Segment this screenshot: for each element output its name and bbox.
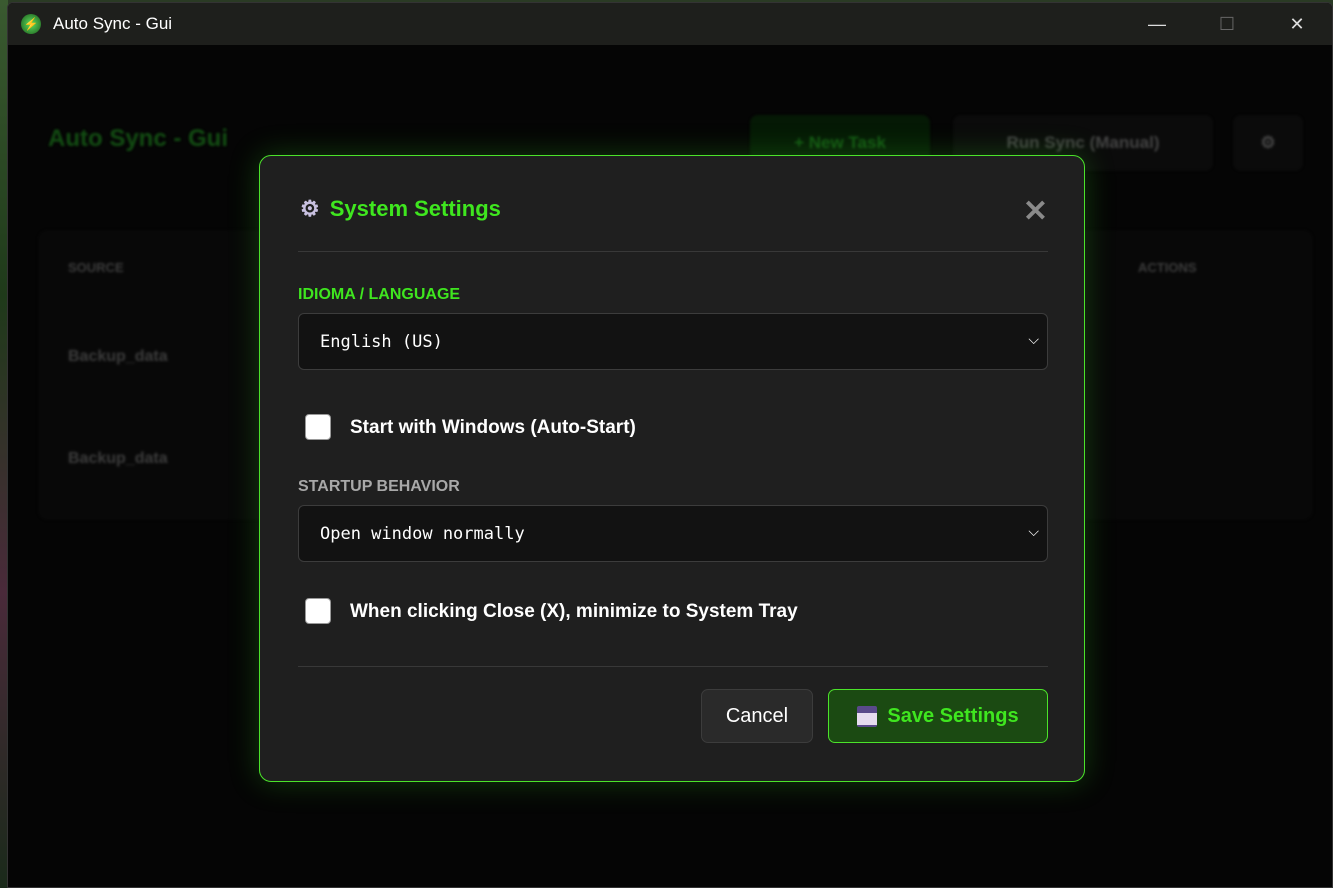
cancel-label: Cancel xyxy=(725,704,789,727)
divider xyxy=(298,666,1048,667)
auto-start-checkbox[interactable] xyxy=(305,414,331,440)
startup-behavior-label: STARTUP BEHAVIOR xyxy=(298,478,460,495)
minimize-to-tray-checkbox[interactable] xyxy=(305,598,331,624)
title-bar: ⚡ Auto Sync - Gui — ☐ ✕ xyxy=(8,3,1332,45)
chevron-down-icon: ⌵ xyxy=(1028,332,1039,348)
maximize-button[interactable]: ☐ xyxy=(1192,3,1262,45)
save-settings-button[interactable]: Save Settings xyxy=(828,689,1048,743)
header-actions: ACTIONS xyxy=(1138,260,1197,275)
settings-button: ⚙ xyxy=(1233,115,1303,171)
minimize-to-tray-label[interactable]: When clicking Close (X), minimize to Sys… xyxy=(350,601,798,623)
window-close-button[interactable]: ✕ xyxy=(1262,3,1332,45)
divider xyxy=(298,251,1048,252)
gear-icon: ⚙ xyxy=(300,196,320,221)
dialog-header: ⚙ System Settings xyxy=(300,196,501,222)
startup-behavior-select[interactable]: Open window normally ⌵ xyxy=(298,505,1048,562)
cancel-button[interactable]: Cancel xyxy=(701,689,813,743)
minimize-button[interactable]: — xyxy=(1122,3,1192,45)
save-label: Save Settings xyxy=(887,704,1019,727)
startup-behavior-value: Open window normally xyxy=(320,523,525,544)
row-name: Backup_data xyxy=(68,348,168,365)
app-heading: Auto Sync - Gui xyxy=(48,125,228,152)
row-name: Backup_data xyxy=(68,450,168,467)
language-value: English (US) xyxy=(320,331,443,352)
auto-start-label[interactable]: Start with Windows (Auto-Start) xyxy=(350,417,636,439)
window-title: Auto Sync - Gui xyxy=(53,14,173,33)
dialog-title: System Settings xyxy=(329,196,501,221)
app-icon: ⚡ xyxy=(21,14,41,34)
close-icon[interactable]: ✕ xyxy=(1023,194,1048,229)
floppy-disk-icon xyxy=(857,705,878,727)
chevron-down-icon: ⌵ xyxy=(1028,524,1039,540)
language-label: IDIOMA / LANGUAGE xyxy=(298,286,461,303)
language-select[interactable]: English (US) ⌵ xyxy=(298,313,1048,370)
system-settings-dialog: ⚙ System Settings ✕ IDIOMA / LANGUAGE En… xyxy=(259,155,1085,782)
header-source: SOURCE xyxy=(68,260,124,275)
